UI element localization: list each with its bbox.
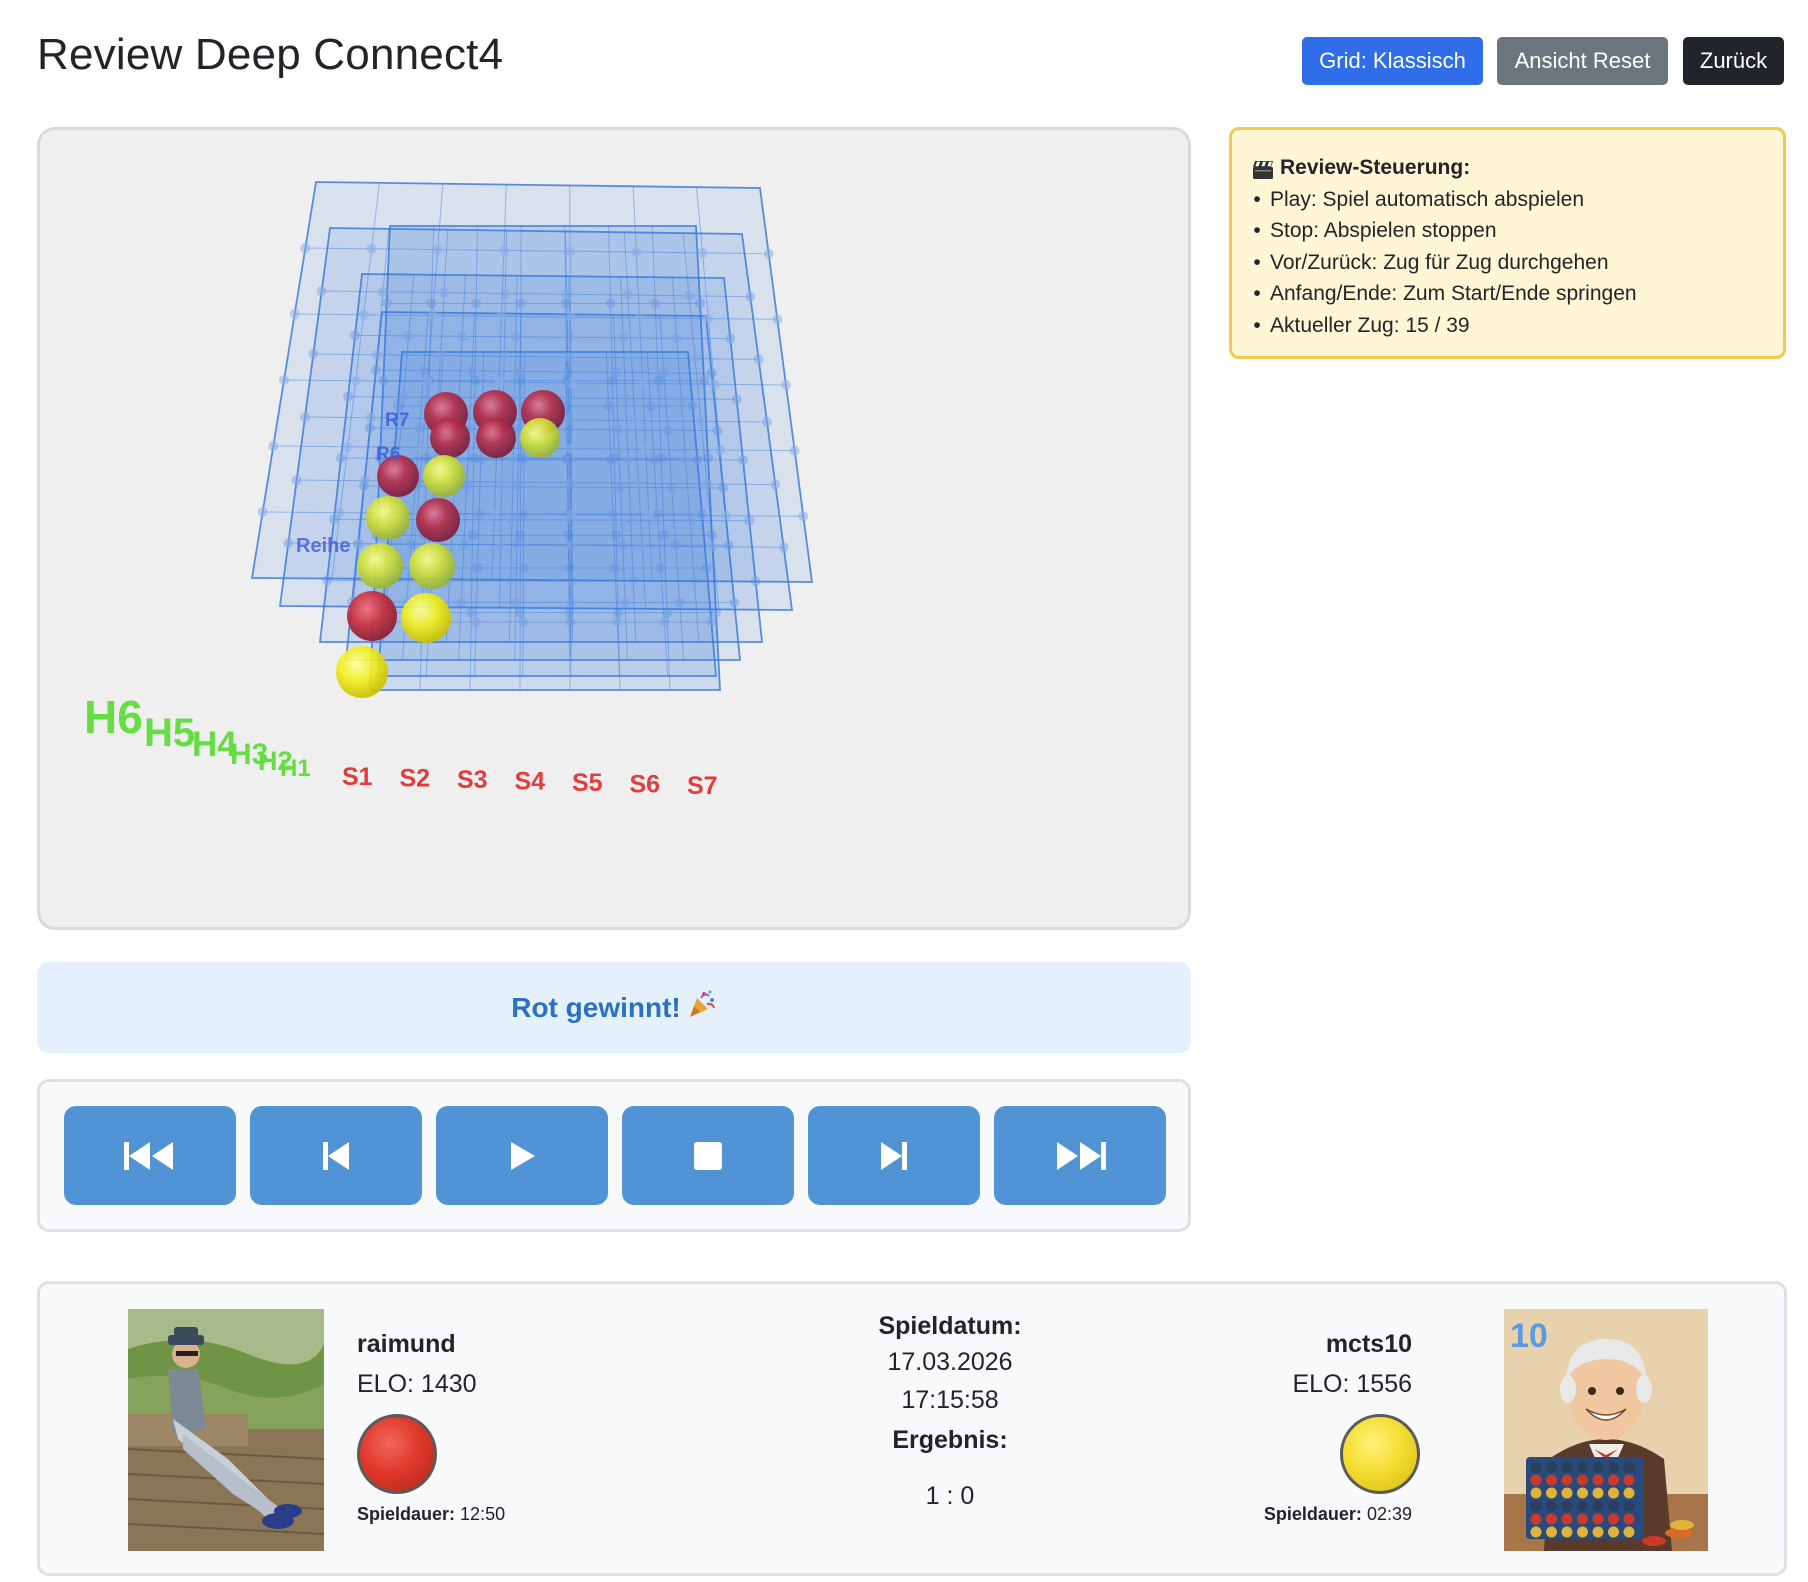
- red-disc: [476, 418, 516, 458]
- result-banner: Rot gewinnt!: [37, 962, 1191, 1053]
- help-item: • Play: Spiel automatisch abspielen: [1253, 187, 1585, 211]
- play-button[interactable]: [436, 1106, 608, 1205]
- column-label: S6: [630, 771, 661, 799]
- skip-to-start-button[interactable]: [64, 1106, 236, 1205]
- player-left-elo: ELO: 1430: [357, 1370, 477, 1398]
- player-left-name: raimund: [357, 1330, 456, 1358]
- row-label: R6: [376, 444, 400, 465]
- player-left-duration: Spieldauer: 12:50: [357, 1504, 506, 1524]
- column-label: S7: [687, 772, 718, 800]
- review-help-heading: Review-Steuerung:: [1252, 152, 1763, 184]
- height-label: H6: [84, 691, 143, 743]
- player-right-avatar: 10: [1504, 1309, 1708, 1551]
- height-label: H1: [280, 755, 311, 782]
- game-info-panel: raimund ELO: 1430 Spieldauer: 12:50 Spie…: [37, 1281, 1787, 1576]
- grid-layer: [250, 181, 814, 583]
- yellow-disc: [520, 418, 560, 458]
- game-result-label: Ergebnis:: [892, 1426, 1008, 1454]
- height-label: H5: [144, 711, 195, 755]
- column-label: S5: [572, 769, 603, 797]
- skip-to-end-button[interactable]: [994, 1106, 1166, 1205]
- game-date-label: Spieldatum:: [878, 1312, 1022, 1340]
- grid-style-button[interactable]: Grid: Klassisch: [1302, 37, 1483, 85]
- red-disc: [416, 498, 460, 542]
- step-back-button[interactable]: [250, 1106, 422, 1205]
- party-popper-icon: [687, 989, 717, 1026]
- step-back-icon: [323, 1141, 349, 1170]
- stop-icon: [694, 1141, 722, 1170]
- game-date: 17.03.2026: [887, 1348, 1013, 1376]
- playback-controls: [37, 1079, 1191, 1232]
- stop-button[interactable]: [622, 1106, 794, 1205]
- board-3d-canvas[interactable]: R7R6ReiheH6 H5H4H3H2H1 S1 S2 S3 S4 S5 S6 S7: [40, 130, 1188, 927]
- column-label: S4: [515, 768, 546, 796]
- skip-to-start-icon: [124, 1141, 173, 1170]
- help-item: • Anfang/Ende: Zum Start/Ende springen: [1253, 282, 1637, 305]
- player-right-disc-yellow: [1340, 1414, 1420, 1494]
- yellow-disc: [401, 593, 451, 643]
- player-right-elo: ELO: 1556: [1292, 1370, 1412, 1398]
- clapperboard-icon: [1252, 158, 1274, 179]
- yellow-disc: [366, 496, 410, 540]
- player-right-name: mcts10: [1325, 1330, 1412, 1358]
- page-title: Review Deep Connect4: [37, 30, 504, 79]
- column-label: S3: [457, 766, 488, 794]
- game-time: 17:15:58: [901, 1386, 999, 1414]
- review-help-panel: Review-Steuerung: • Play: Spiel automatis…: [1229, 127, 1786, 359]
- yellow-disc: [423, 455, 465, 497]
- row-axis-label: Reihe: [296, 535, 350, 557]
- row-label: R7: [385, 410, 409, 431]
- player-left-avatar: [128, 1309, 324, 1551]
- reset-view-button[interactable]: Ansicht Reset: [1497, 37, 1668, 85]
- play-icon: [511, 1141, 535, 1170]
- step-forward-icon: [881, 1141, 907, 1170]
- current-move-item: • Aktueller Zug: 15 / 39: [1253, 313, 1470, 337]
- column-label: S1: [342, 763, 373, 791]
- step-forward-button[interactable]: [808, 1106, 980, 1205]
- help-item: • Vor/Zurück: Zug für Zug durchgehen: [1253, 250, 1609, 274]
- player-left-disc-red: [357, 1414, 437, 1494]
- skip-to-end-icon: [1057, 1141, 1106, 1170]
- board-3d-viewport[interactable]: R7 R6 Reihe H6 H5 H4 H3 H2 H1 S1 S2 S3 S4 S5 S6 S7: [37, 127, 1191, 930]
- red-disc: [430, 418, 470, 458]
- result-text: Rot gewinnt!: [511, 991, 681, 1023]
- back-button[interactable]: Zurück: [1683, 37, 1784, 85]
- red-disc: [347, 591, 397, 641]
- yellow-disc: [357, 543, 403, 589]
- yellow-disc: [409, 543, 455, 589]
- yellow-disc: [336, 646, 388, 698]
- column-label: S2: [400, 765, 431, 793]
- player-right-duration: Spieldauer: 02:39: [1263, 1504, 1412, 1524]
- game-result: 1 : 0: [925, 1482, 975, 1510]
- help-item: • Stop: Abspielen stoppen: [1253, 219, 1497, 242]
- avatar-badge: 10: [1510, 1317, 1548, 1355]
